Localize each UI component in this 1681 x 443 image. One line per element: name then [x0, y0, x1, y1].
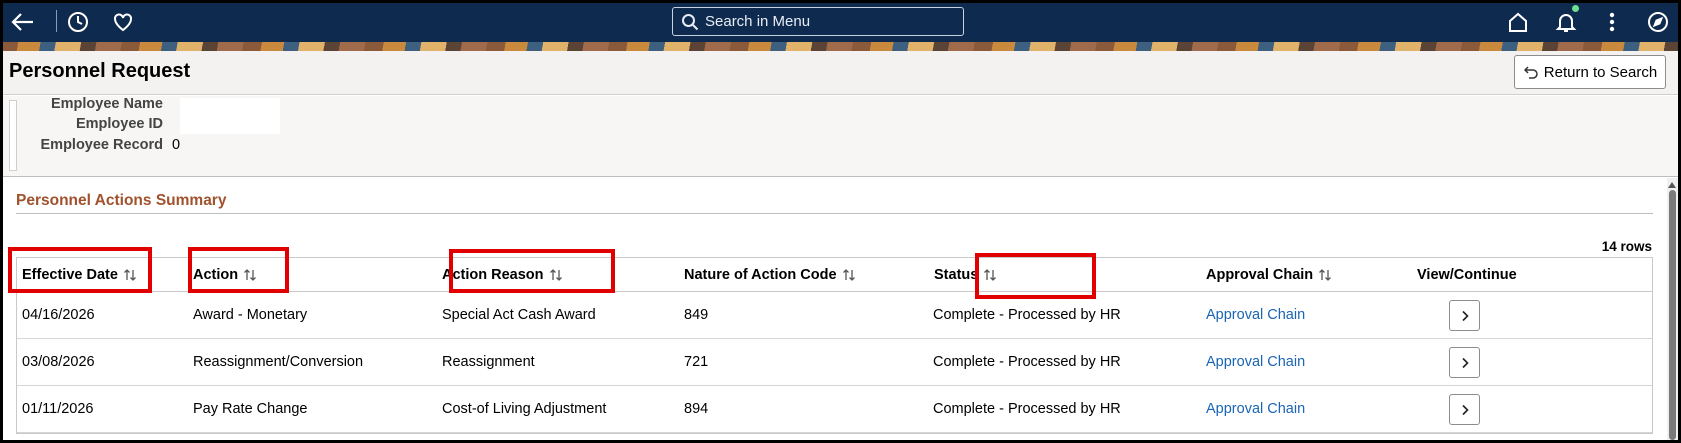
screenshot-border: [0, 0, 1681, 443]
